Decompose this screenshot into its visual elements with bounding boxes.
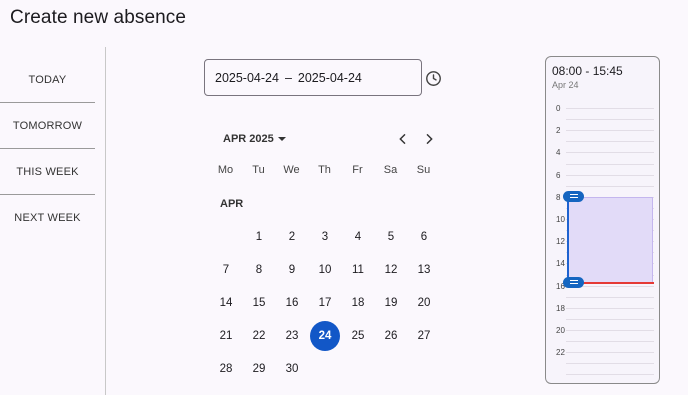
calendar-day[interactable]: 11: [343, 255, 373, 285]
timeline-gridline: [566, 341, 654, 343]
weekday-su: Su: [416, 164, 431, 176]
timeline-time-range: 08:00 - 15:45: [552, 64, 623, 78]
month-year-label: APR 2025: [223, 133, 274, 145]
calendar-day[interactable]: 23: [277, 321, 307, 351]
timeline-hour-label: 12: [556, 237, 565, 247]
calendar-day[interactable]: 14: [211, 288, 241, 318]
quick-today-button[interactable]: TODAY: [0, 57, 95, 103]
quick-this-week-button[interactable]: THIS WEEK: [0, 149, 95, 195]
calendar-day[interactable]: 6: [409, 222, 439, 252]
calendar-day[interactable]: 9: [277, 255, 307, 285]
timeline-gridline: [566, 108, 654, 109]
page-title: Create new absence: [10, 7, 187, 28]
start-time-handle[interactable]: [563, 190, 584, 202]
calendar-day[interactable]: 4: [343, 222, 373, 252]
weekday-we: We: [283, 164, 300, 176]
calendar-day[interactable]: 24: [310, 321, 340, 351]
calendar-day[interactable]: 17: [310, 288, 340, 318]
calendar-day[interactable]: 30: [277, 354, 307, 384]
absence-time-block[interactable]: [567, 196, 653, 283]
calendar-day[interactable]: 2: [277, 222, 307, 252]
grip-icon: [569, 194, 578, 196]
calendar-day[interactable]: 18: [343, 288, 373, 318]
timeline-gridline: [566, 330, 654, 331]
vertical-divider: [105, 47, 106, 395]
calendar-day[interactable]: 29: [244, 354, 274, 384]
weekday-th: Th: [318, 164, 331, 176]
timeline-hour-label: 4: [556, 148, 561, 158]
range-end: 2025-04-24: [297, 70, 362, 85]
quick-tomorrow-button[interactable]: TOMORROW: [0, 103, 95, 149]
weekday-fr: Fr: [352, 164, 363, 176]
timeline-hour-label: 6: [556, 170, 561, 180]
timeline-hour-label: 0: [556, 104, 561, 113]
quick-select-list: TODAY TOMORROW THIS WEEK NEXT WEEK: [0, 57, 95, 241]
calendar-day[interactable]: 13: [409, 255, 439, 285]
timeline-hour-label: 10: [556, 215, 565, 224]
calendar-day[interactable]: 1: [244, 222, 274, 252]
calendar-day[interactable]: 15: [244, 288, 274, 318]
timeline-hour-label: 14: [556, 259, 565, 269]
calendar-day[interactable]: 21: [211, 321, 241, 351]
timeline-gridline: [566, 163, 654, 165]
clock-icon[interactable]: [425, 70, 442, 87]
calendar-day[interactable]: 3: [310, 222, 340, 252]
timeline-gridline: [566, 318, 654, 320]
range-start: 2025-04-24: [215, 70, 279, 85]
timeline-date: Apr 24: [552, 80, 579, 90]
quick-next-week-button[interactable]: NEXT WEEK: [0, 195, 95, 241]
timeline-gridline: [566, 352, 654, 354]
calendar-day[interactable]: 5: [376, 222, 406, 252]
timeline-gridline: [566, 307, 654, 309]
timeline-gridline: [566, 119, 654, 121]
calendar-day[interactable]: 7: [211, 255, 241, 285]
grip-icon: [569, 197, 578, 199]
caret-down-icon: [277, 137, 286, 141]
grip-icon: [569, 280, 578, 282]
timeline-gridline: [566, 141, 654, 143]
calendar-day[interactable]: 27: [409, 321, 439, 351]
date-range-field[interactable]: 2025-04-24 – 2025-04-24: [204, 59, 422, 96]
end-time-handle[interactable]: [563, 276, 584, 288]
calendar-day[interactable]: 28: [211, 354, 241, 384]
timeline-gridline: [566, 363, 654, 365]
calendar-day[interactable]: 12: [376, 255, 406, 285]
calendar-day[interactable]: 20: [409, 288, 439, 318]
timeline-gridline: [566, 296, 654, 298]
calendar-day[interactable]: 25: [343, 321, 373, 351]
calendar-day[interactable]: 16: [277, 288, 307, 318]
calendar-day[interactable]: 22: [244, 321, 274, 351]
timeline-hour-label: 2: [556, 126, 561, 136]
chevron-right-icon[interactable]: [421, 131, 437, 147]
weekday-mo: Mo: [217, 164, 234, 176]
chevron-left-icon[interactable]: [395, 131, 411, 147]
grip-icon: [569, 283, 578, 285]
day-timeline-panel: 08:00 - 15:45 Apr 24 0 2 4 6 8 10 12 14 16 18 20 22: [545, 56, 660, 384]
calendar-day[interactable]: 19: [376, 288, 406, 318]
calendar-day[interactable]: 8: [244, 255, 274, 285]
timeline-gridline: [566, 174, 654, 176]
timeline-gridline: [566, 130, 654, 132]
timeline-hour-label: 22: [556, 348, 565, 358]
month-section-label: APR: [220, 198, 244, 210]
timeline-hour-label: 8: [556, 192, 561, 202]
calendar-day[interactable]: 26: [376, 321, 406, 351]
timeline-gridline: [566, 185, 654, 187]
weekday-sa: Sa: [383, 164, 398, 176]
weekday-tu: Tu: [252, 164, 265, 176]
calendar-day[interactable]: 10: [310, 255, 340, 285]
range-separator: –: [284, 70, 292, 85]
timeline-hour-label: 20: [556, 326, 565, 335]
timeline-gridline: [566, 374, 654, 376]
timeline-gridline: [566, 152, 654, 154]
timeline-hour-label: 18: [556, 303, 565, 313]
month-year-selector[interactable]: APR 2025: [223, 133, 286, 145]
